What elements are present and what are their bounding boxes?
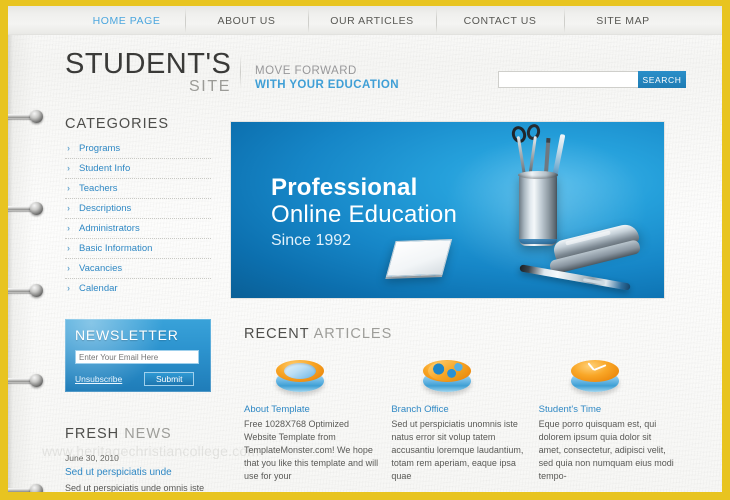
main-navigation: HOME PAGE ABOUT US OUR ARTICLES CONTACT … — [8, 6, 722, 35]
nav-item-site-map[interactable]: SITE MAP — [564, 6, 682, 35]
fresh-news-body: Sed ut perspiciatis unde omnis iste — [65, 483, 205, 492]
recent-title-light: ARTICLES — [313, 326, 393, 342]
nav-item-home-page[interactable]: HOME PAGE — [68, 6, 185, 35]
category-label: Teachers — [79, 183, 118, 194]
search-button[interactable]: SEARCH — [638, 71, 686, 88]
nav-label: ABOUT US — [217, 14, 276, 27]
pen-cup-rim — [518, 171, 558, 179]
hero-banner[interactable]: Professional Online Education Since 1992 — [230, 121, 665, 299]
paper-page: HOME PAGE ABOUT US OUR ARTICLES CONTACT … — [8, 6, 722, 492]
fresh-news-title-bold: FRESH — [65, 426, 120, 442]
categories-title: CATEGORIES — [65, 116, 169, 132]
spiral-ring — [8, 284, 43, 297]
category-item-programs[interactable]: › Programs — [65, 139, 211, 159]
category-label: Programs — [79, 143, 121, 154]
lens-disc-icon — [274, 354, 326, 396]
chevron-right-icon: › — [67, 283, 70, 293]
chevron-right-icon: › — [67, 163, 70, 173]
chevron-right-icon: › — [67, 223, 70, 233]
recent-articles-list: About Template Free 1028X768 Optimized W… — [244, 354, 686, 483]
category-label: Vacancies — [79, 263, 123, 274]
nav-list: HOME PAGE ABOUT US OUR ARTICLES CONTACT … — [68, 6, 682, 35]
category-item-vacancies[interactable]: › Vacancies — [65, 259, 211, 279]
site-header: STUDENT'S SITE MOVE FORWARD WITH YOUR ED… — [8, 35, 722, 107]
article-title[interactable]: Branch Office — [391, 404, 527, 415]
logo-line-1: STUDENT'S — [65, 48, 232, 80]
recent-articles-title: RECENT ARTICLES — [244, 326, 680, 342]
spiral-ring — [8, 202, 43, 215]
fresh-news-title: FRESH NEWS — [65, 426, 230, 442]
header-divider — [240, 55, 241, 89]
category-label: Descriptions — [79, 203, 132, 214]
spiral-ring — [8, 374, 43, 387]
search-input[interactable] — [498, 71, 638, 88]
clock-disc-icon — [569, 354, 621, 396]
chevron-right-icon: › — [67, 203, 70, 213]
nav-label: OUR ARTICLES — [330, 14, 414, 27]
category-item-student-info[interactable]: › Student Info — [65, 159, 211, 179]
fresh-news-date: June 30, 2010 — [65, 453, 119, 463]
sidebar: CATEGORIES › Programs › Student Info › Teac… — [65, 116, 211, 298]
article-card: Branch Office Sed ut perspiciatis unomni… — [391, 354, 527, 483]
search-form: SEARCH — [498, 71, 686, 88]
category-label: Basic Information — [79, 243, 153, 254]
pen-cup-image — [519, 174, 557, 246]
article-title[interactable]: Student's Time — [539, 404, 675, 415]
category-item-administrators[interactable]: › Administrators — [65, 219, 211, 239]
banner-line-1: Professional — [271, 174, 418, 201]
newsletter-actions: Unsubscribe Submit — [75, 372, 211, 386]
category-label: Calendar — [79, 283, 118, 294]
article-card: About Template Free 1028X768 Optimized W… — [244, 354, 380, 483]
categories-list: › Programs › Student Info › Teachers › Descr… — [65, 139, 211, 298]
article-title[interactable]: About Template — [244, 404, 380, 415]
banner-line-3: Since 1992 — [271, 232, 352, 249]
nav-item-contact-us[interactable]: CONTACT US — [436, 6, 564, 35]
category-item-teachers[interactable]: › Teachers — [65, 179, 211, 199]
fresh-news-link[interactable]: Sed ut perspiciatis unde — [65, 467, 230, 478]
article-body: Free 1028X768 Optimized Website Template… — [244, 419, 379, 481]
article-body: Sed ut perspiciatis unomnis iste natus e… — [391, 419, 524, 481]
banner-text: Professional Online Education Since 1992 — [271, 175, 457, 253]
category-label: Student Info — [79, 163, 131, 174]
fresh-news-section: FRESH NEWS June 30, 2010 Sed ut perspici… — [65, 426, 230, 492]
category-item-calendar[interactable]: › Calendar — [65, 279, 211, 298]
category-label: Administrators — [79, 223, 140, 234]
nav-item-our-articles[interactable]: OUR ARTICLES — [308, 6, 436, 35]
banner-line-2: Online Education — [271, 201, 457, 228]
site-logo[interactable]: STUDENT'S SITE — [65, 48, 235, 96]
chevron-right-icon: › — [67, 183, 70, 193]
chevron-right-icon: › — [67, 263, 70, 273]
nav-label: SITE MAP — [596, 14, 650, 27]
category-item-basic-information[interactable]: › Basic Information — [65, 239, 211, 259]
unsubscribe-link[interactable]: Unsubscribe — [75, 374, 122, 384]
logo-line-2: SITE — [189, 78, 231, 95]
chevron-right-icon: › — [67, 143, 70, 153]
newsletter-box: NEWSLETTER Unsubscribe Submit — [65, 319, 211, 392]
nav-label: HOME PAGE — [92, 14, 161, 27]
spiral-ring — [8, 110, 43, 123]
category-item-descriptions[interactable]: › Descriptions — [65, 199, 211, 219]
nav-label: CONTACT US — [463, 14, 537, 27]
tagline-line-2: WITH YOUR EDUCATION — [255, 79, 399, 91]
globe-disc-icon — [421, 354, 473, 396]
site-tagline: MOVE FORWARD WITH YOUR EDUCATION — [255, 64, 399, 92]
article-body: Eque porro quisquam est, qui dolorem ips… — [538, 419, 674, 481]
page-frame: HOME PAGE ABOUT US OUR ARTICLES CONTACT … — [0, 0, 730, 500]
newsletter-email-input[interactable] — [75, 350, 199, 364]
tagline-line-1: MOVE FORWARD — [255, 65, 357, 77]
newsletter-submit-button[interactable]: Submit — [144, 372, 195, 386]
chevron-right-icon: › — [67, 243, 70, 253]
nav-item-about-us[interactable]: ABOUT US — [185, 6, 308, 35]
spiral-ring — [8, 484, 43, 492]
article-card: Student's Time Eque porro quisquam est, … — [539, 354, 675, 483]
newsletter-title: NEWSLETTER — [75, 327, 179, 343]
fresh-news-title-light: NEWS — [124, 426, 172, 442]
recent-title-bold: RECENT — [244, 326, 310, 342]
